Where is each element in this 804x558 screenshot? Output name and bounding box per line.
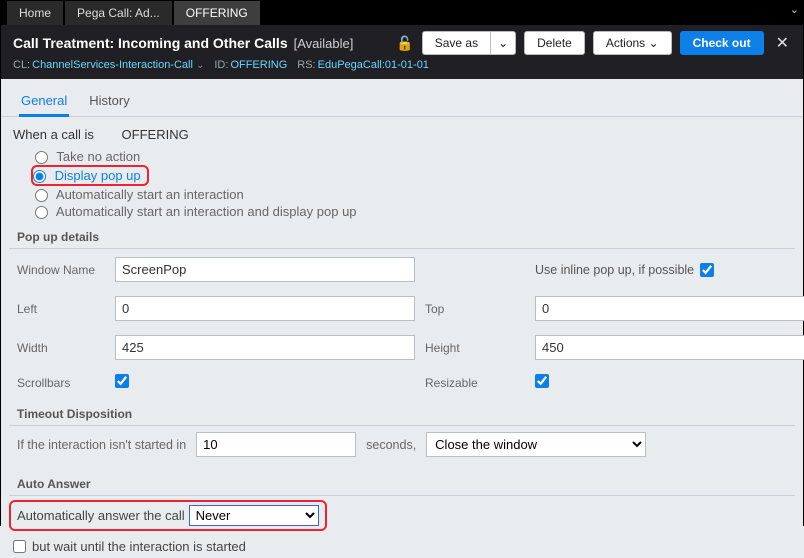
auto-answer-header: Auto Answer [1,471,803,495]
save-as-dropdown[interactable]: ⌄ [490,31,516,55]
use-inline-checkbox[interactable]: Use inline pop up, if possible [535,263,804,277]
top-input[interactable] [535,296,804,321]
auto-answer-select[interactable]: Never [189,505,319,526]
actions-button[interactable]: Actions ⌄ [593,31,672,55]
page-title: Call Treatment: Incoming and Other Calls… [13,35,353,51]
left-label: Left [17,302,105,316]
radio-auto-start-popup[interactable]: Automatically start an interaction and d… [35,203,791,220]
scrollbars-label: Scrollbars [17,376,105,390]
tab-general[interactable]: General [19,89,69,117]
popup-form: Window Name Use inline pop up, if possib… [1,249,803,401]
when-call-row: When a call is OFFERING [13,127,791,142]
auto-answer-highlight: Automatically answer the call Never [9,500,327,531]
left-input[interactable] [115,296,415,321]
wait-interaction-checkbox[interactable] [13,540,26,553]
timeout-header: Timeout Disposition [1,401,803,425]
radio-take-no-action[interactable]: Take no action [35,148,791,165]
height-label: Height [425,341,525,355]
tab-offering[interactable]: OFFERING [174,1,260,25]
ruleset-link[interactable]: EduPegaCall:01-01-01 [318,59,429,71]
id-value: OFFERING [230,59,287,71]
chevron-down-icon[interactable]: ⌄ [196,60,204,71]
check-out-button[interactable]: Check out [680,31,764,55]
window-name-input[interactable] [115,257,415,282]
auto-answer-label: Automatically answer the call [17,508,185,523]
save-as-button[interactable]: Save as [422,31,490,55]
radio-auto-start[interactable]: Automatically start an interaction [35,186,791,203]
rule-header: Call Treatment: Incoming and Other Calls… [1,25,803,79]
height-input[interactable] [535,335,804,360]
timeout-action-select[interactable]: Close the window [426,432,646,457]
resizable-checkbox[interactable] [535,374,549,388]
timeout-row: If the interaction isn't started in seco… [1,426,803,471]
timeout-seconds-input[interactable] [196,432,356,457]
tab-history[interactable]: History [87,89,131,116]
chevron-down-icon[interactable]: ⌄ [790,3,799,16]
lock-icon: 🔓 [396,35,413,52]
tab-home[interactable]: Home [7,1,63,25]
resizable-label: Resizable [425,376,525,390]
radio-display-popup[interactable]: Display pop up [33,167,141,184]
wait-interaction-label: but wait until the interaction is starte… [32,539,246,554]
call-action-radios: Take no action Display pop up Automatica… [13,148,791,220]
delete-button[interactable]: Delete [524,31,585,55]
top-label: Top [425,302,525,316]
width-label: Width [17,341,105,355]
sub-tabstrip: General History [1,85,803,117]
save-as-split-button[interactable]: Save as ⌄ [422,31,516,55]
rule-meta-row: CL:ChannelServices-Interaction-Call ⌄ ID… [13,59,793,71]
window-name-label: Window Name [17,263,105,277]
popup-details-header: Pop up details [1,224,803,248]
tab-pega-call[interactable]: Pega Call: Ad... [65,1,172,25]
close-icon[interactable]: ✕ [772,33,793,53]
scrollbars-checkbox[interactable] [115,374,129,388]
width-input[interactable] [115,335,415,360]
availability-badge: [Available] [294,36,354,51]
class-link[interactable]: ChannelServices-Interaction-Call [32,59,193,71]
top-tabstrip: Home Pega Call: Ad... OFFERING ⌄ [1,1,803,25]
